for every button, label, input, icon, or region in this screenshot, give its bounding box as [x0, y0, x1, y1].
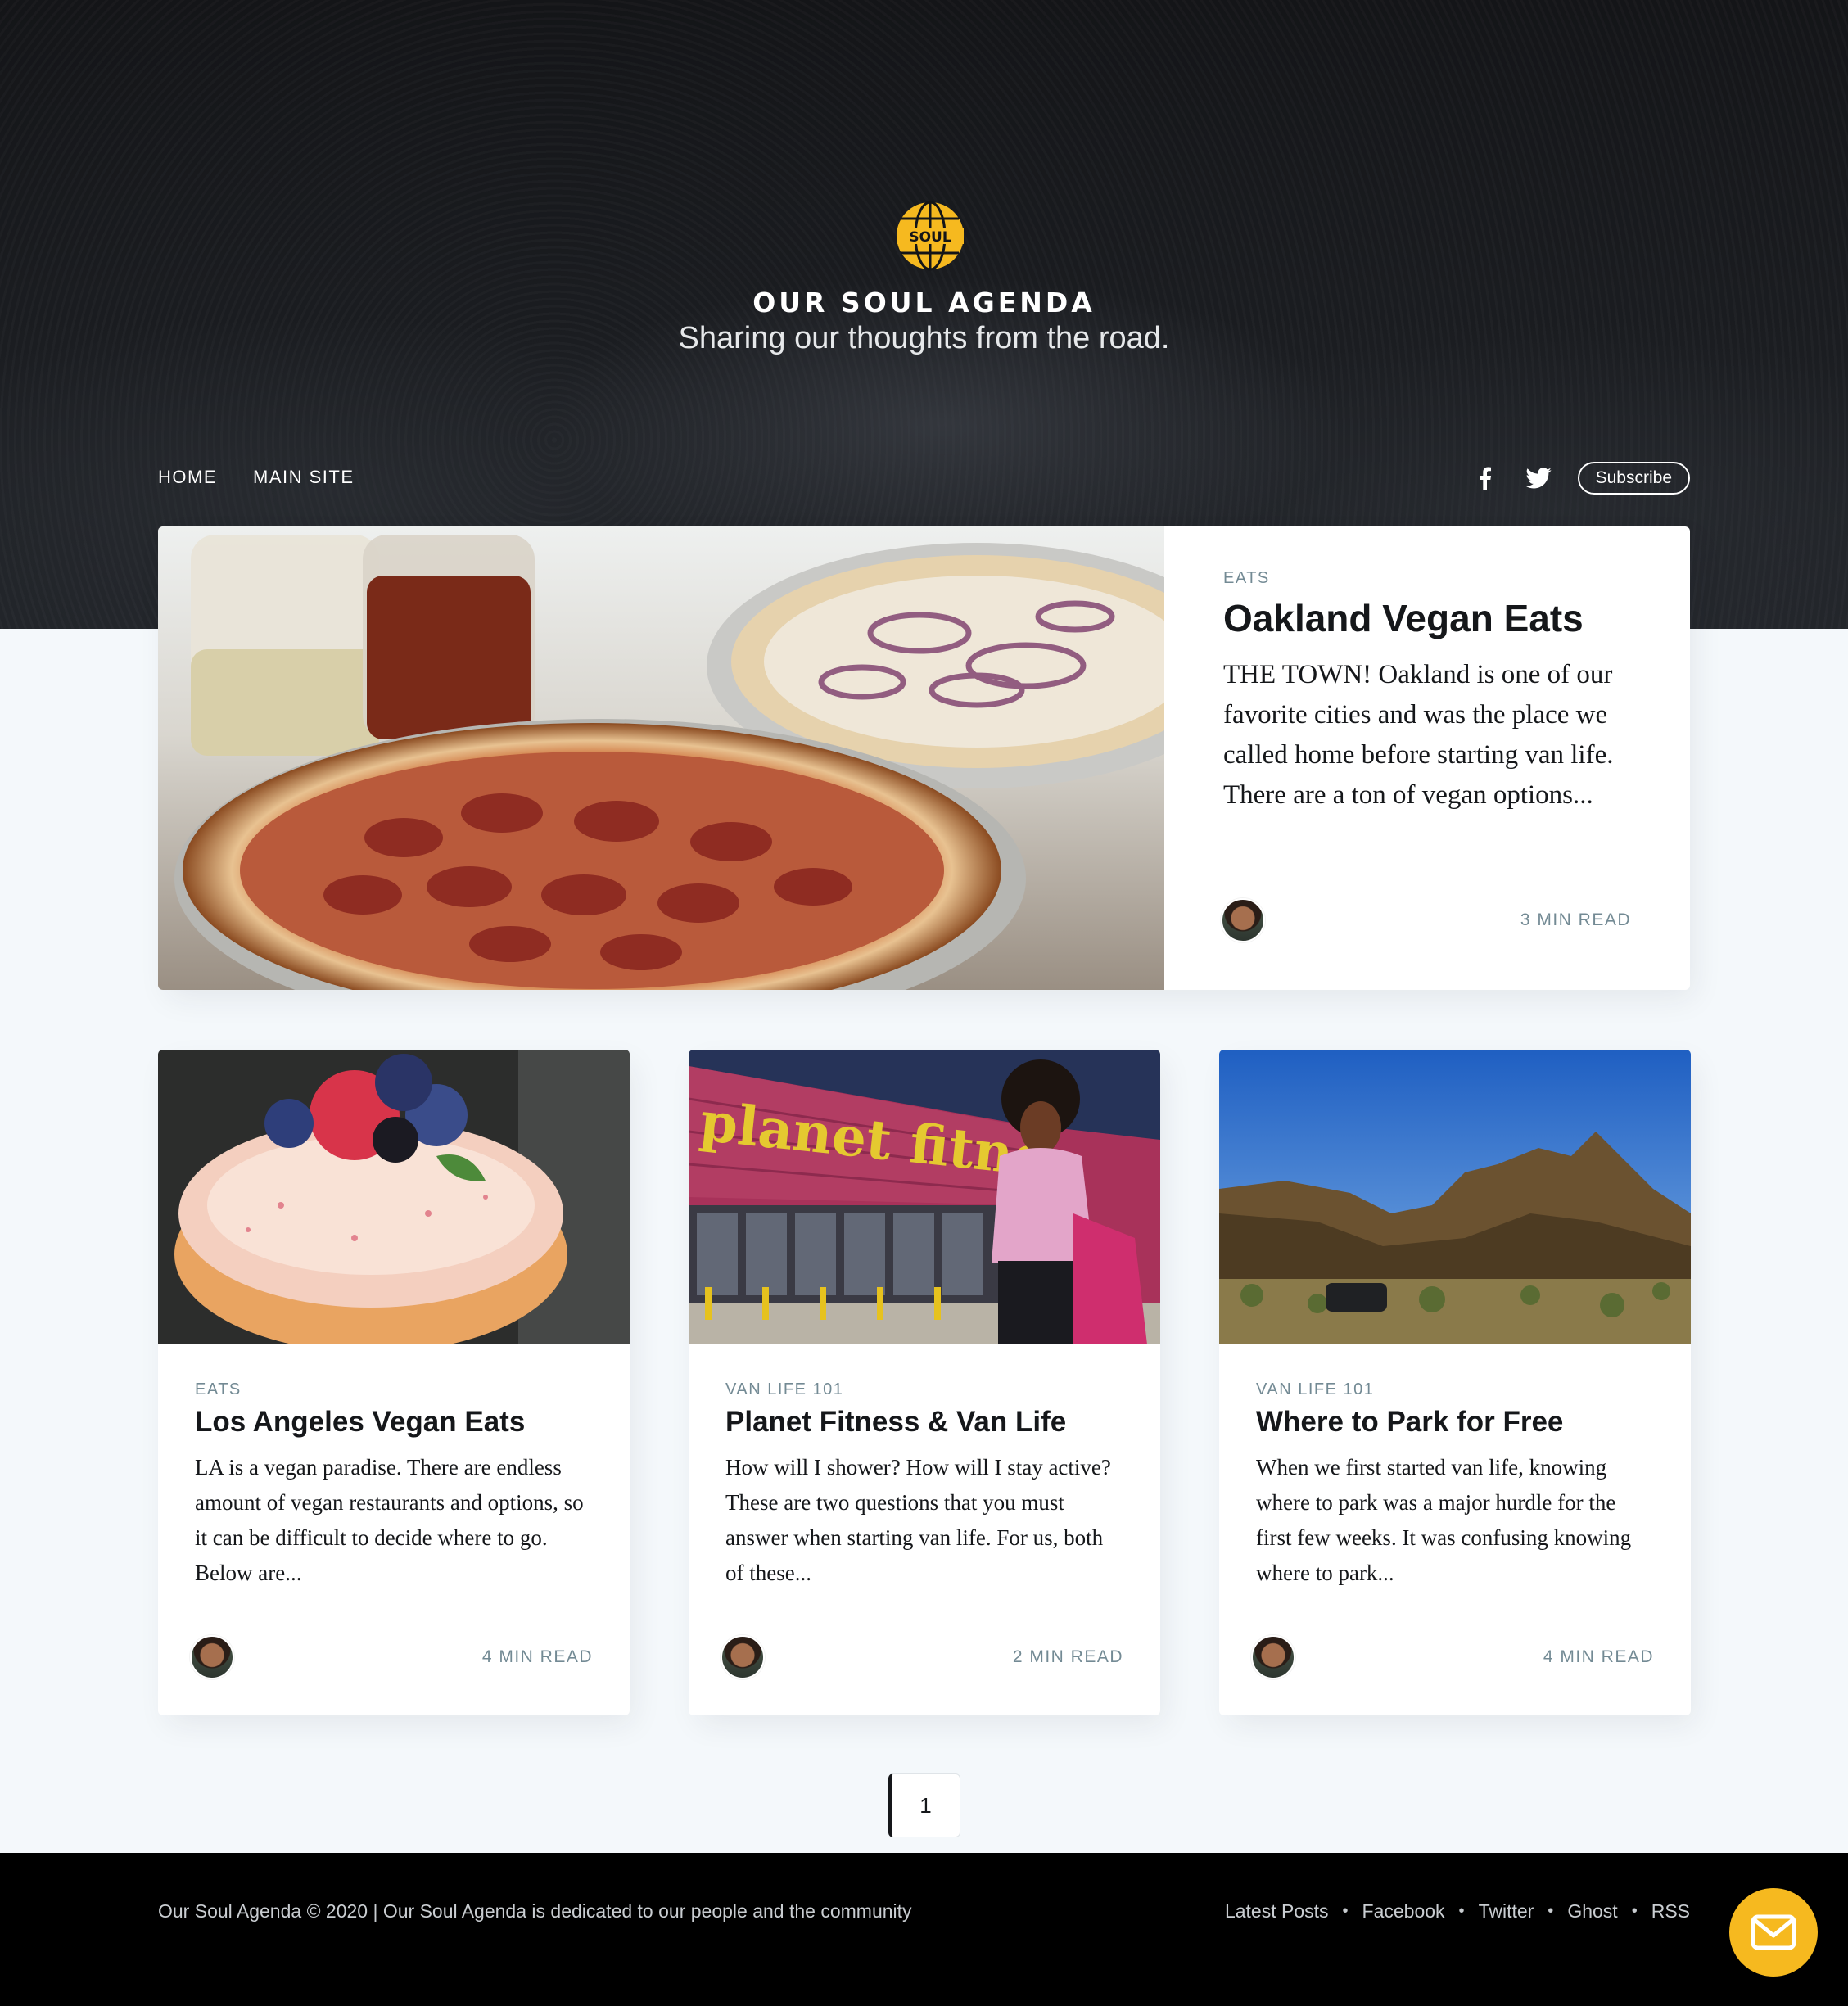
- post-image[interactable]: [158, 1050, 630, 1344]
- social-links: Subscribe: [1470, 462, 1690, 495]
- site-footer: Our Soul Agenda © 2020 | Our Soul Agenda…: [0, 1853, 1848, 2006]
- featured-post-title[interactable]: Oakland Vegan Eats: [1223, 596, 1631, 640]
- main-nav: HOME MAIN SITE: [158, 467, 355, 488]
- globe-logo-icon[interactable]: SOUL: [895, 201, 965, 271]
- author-avatar[interactable]: [721, 1635, 765, 1679]
- footer-link-twitter[interactable]: Twitter: [1479, 1900, 1534, 1922]
- post-card[interactable]: EATS Los Angeles Vegan Eats LA is a vega…: [158, 1050, 630, 1715]
- twitter-icon[interactable]: [1524, 463, 1553, 493]
- reading-time: 2 MIN READ: [1012, 1647, 1123, 1666]
- post-tag[interactable]: VAN LIFE 101: [1256, 1380, 1654, 1399]
- post-image[interactable]: [1219, 1050, 1691, 1344]
- pizza-image: [158, 526, 1164, 990]
- post-tag[interactable]: EATS: [195, 1380, 593, 1399]
- post-title[interactable]: Planet Fitness & Van Life: [725, 1406, 1123, 1439]
- facebook-icon[interactable]: [1470, 463, 1499, 493]
- post-excerpt[interactable]: LA is a vegan paradise. There are endles…: [195, 1450, 593, 1591]
- site-description: Sharing our thoughts from the road.: [678, 321, 1170, 355]
- reading-time: 3 MIN READ: [1520, 910, 1631, 929]
- author-avatar[interactable]: [1221, 898, 1265, 942]
- post-meta: 3 MIN READ: [1221, 898, 1631, 942]
- featured-post-image[interactable]: [158, 526, 1164, 990]
- planet-fitness-image: planet fitne: [689, 1050, 1160, 1344]
- post-meta: 4 MIN READ: [190, 1635, 593, 1679]
- post-content: EATS Los Angeles Vegan Eats LA is a vega…: [158, 1344, 630, 1715]
- featured-post-card[interactable]: EATS Oakland Vegan Eats THE TOWN! Oaklan…: [158, 526, 1690, 990]
- footer-link-rss[interactable]: RSS: [1651, 1900, 1690, 1922]
- footer-nav: Latest Posts • Facebook • Twitter • Ghos…: [1225, 1900, 1690, 1922]
- post-meta: 4 MIN READ: [1251, 1635, 1654, 1679]
- mail-icon: [1751, 1914, 1796, 1950]
- separator-dot: •: [1631, 1902, 1638, 1920]
- author-avatar[interactable]: [190, 1635, 234, 1679]
- footer-link-ghost[interactable]: Ghost: [1567, 1900, 1617, 1922]
- nav-item-main-site[interactable]: MAIN SITE: [253, 467, 355, 488]
- post-tag[interactable]: EATS: [1223, 569, 1631, 588]
- site-title[interactable]: OUR SOUL AGENDA: [0, 287, 1848, 319]
- featured-post-excerpt[interactable]: THE TOWN! Oakland is one of our favorite…: [1223, 655, 1631, 816]
- post-title[interactable]: Los Angeles Vegan Eats: [195, 1406, 593, 1439]
- desert-mountain-image: [1219, 1050, 1691, 1344]
- featured-post-content: EATS Oakland Vegan Eats THE TOWN! Oaklan…: [1164, 526, 1690, 990]
- separator-dot: •: [1458, 1902, 1465, 1920]
- copyright-text: Our Soul Agenda © 2020 | Our Soul Agenda…: [158, 1900, 912, 1922]
- donut-image: [158, 1050, 630, 1344]
- post-card[interactable]: planet fitne VAN LIFE 101 Planet Fitness…: [689, 1050, 1160, 1715]
- post-card[interactable]: VAN LIFE 101 Where to Park for Free When…: [1219, 1050, 1691, 1715]
- post-content: VAN LIFE 101 Where to Park for Free When…: [1219, 1344, 1691, 1715]
- post-excerpt[interactable]: How will I shower? How will I stay activ…: [725, 1450, 1123, 1591]
- post-excerpt[interactable]: When we first started van life, knowing …: [1256, 1450, 1654, 1591]
- separator-dot: •: [1548, 1902, 1554, 1920]
- subscribe-mail-button[interactable]: [1729, 1888, 1818, 1977]
- post-meta: 2 MIN READ: [721, 1635, 1123, 1679]
- post-content: VAN LIFE 101 Planet Fitness & Van Life H…: [689, 1344, 1160, 1715]
- separator-dot: •: [1342, 1902, 1349, 1920]
- post-tag[interactable]: VAN LIFE 101: [725, 1380, 1123, 1399]
- reading-time: 4 MIN READ: [1543, 1647, 1654, 1666]
- footer-link-latest-posts[interactable]: Latest Posts: [1225, 1900, 1329, 1922]
- pagination-page-1[interactable]: 1: [888, 1773, 960, 1837]
- logo-text: SOUL: [909, 229, 951, 246]
- subscribe-button[interactable]: Subscribe: [1577, 462, 1690, 495]
- reading-time: 4 MIN READ: [481, 1647, 593, 1666]
- post-image[interactable]: planet fitne: [689, 1050, 1160, 1344]
- post-title[interactable]: Where to Park for Free: [1256, 1406, 1654, 1439]
- author-avatar[interactable]: [1251, 1635, 1295, 1679]
- footer-link-facebook[interactable]: Facebook: [1362, 1900, 1445, 1922]
- nav-item-home[interactable]: HOME: [158, 467, 217, 488]
